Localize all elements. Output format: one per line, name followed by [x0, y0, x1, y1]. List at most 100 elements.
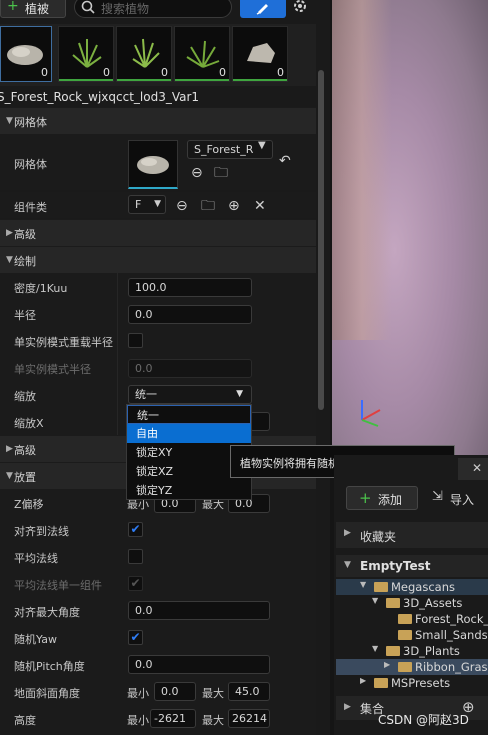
plus-icon: +	[359, 489, 372, 507]
cb-import-button[interactable]: ⇲ 导入	[430, 489, 488, 509]
scale-option-free[interactable]: 自由	[127, 424, 251, 443]
tree-label: 3D_Plants	[403, 644, 460, 658]
section-title: 绘制	[14, 255, 36, 268]
tree-3d-assets[interactable]: ▼ 3D_Assets	[336, 595, 488, 611]
close-icon[interactable]: ✕	[472, 461, 482, 475]
section-advanced[interactable]: ▶ 高级	[0, 219, 316, 246]
tree-ribbon-grass[interactable]: ▶ Ribbon_Grass	[336, 659, 488, 675]
asset-name: S_Forest_Rock_wjxqcct_lod3_Var1	[0, 90, 200, 104]
scale-dropdown[interactable]: 统一 ▼	[128, 385, 252, 404]
close-icon[interactable]: ✕	[254, 199, 266, 213]
slope-max-label: 最大	[202, 687, 224, 700]
watermark: CSDN @阿赵3D	[378, 713, 469, 727]
align-normal-checkbox[interactable]: ✔	[128, 522, 143, 537]
folder-icon	[398, 662, 412, 672]
reset-arrow-icon[interactable]: ↶	[279, 154, 291, 168]
mesh-preview[interactable]	[128, 140, 178, 189]
avg-normal-checkbox[interactable]	[128, 549, 143, 564]
thumb-count: 0	[103, 66, 110, 79]
slope-min-field[interactable]: 0.0	[154, 682, 196, 701]
scale-option-uniform[interactable]: 统一	[127, 405, 251, 424]
align-max-field[interactable]: 0.0	[128, 601, 270, 620]
single-radius-field: 0.0	[128, 359, 252, 378]
align-normal-label: 对齐到法线	[14, 525, 69, 538]
favorites-row[interactable]: ▶ 收藏夹	[336, 522, 488, 548]
height-min-label: 最小	[127, 714, 149, 727]
thumb-count: 0	[277, 66, 284, 79]
section-paint[interactable]: ▼ 绘制	[0, 246, 316, 273]
grass-thumb-1[interactable]: 0	[58, 26, 114, 82]
random-yaw-checkbox[interactable]: ✔	[128, 630, 143, 645]
section-title: 网格体	[14, 116, 47, 129]
component-dropdown[interactable]: F ▼	[128, 195, 166, 214]
mode-button-label: 植被	[25, 2, 50, 16]
tree-3d-plants[interactable]: ▼ 3D_Plants	[336, 643, 488, 659]
rock-thumb-2[interactable]: 0	[232, 26, 288, 82]
thumb-count: 0	[219, 66, 226, 79]
scalex-field[interactable]	[250, 412, 270, 431]
axis-gizmo	[361, 400, 381, 427]
grass-thumb-3[interactable]: 0	[174, 26, 230, 82]
search-box[interactable]: 搜索植物	[74, 0, 232, 18]
height-max-field[interactable]: 26214	[228, 709, 270, 728]
folder-icon	[398, 614, 412, 624]
avg-single-label: 平均法线单一组件	[14, 579, 102, 592]
tree-mspresets[interactable]: ▶ MSPresets	[336, 675, 488, 691]
height-min-field[interactable]: -2621	[150, 709, 196, 728]
component-label: 组件类	[14, 201, 47, 214]
folder-icon	[398, 630, 412, 640]
add-icon[interactable]: ⊕	[228, 199, 240, 213]
section-mesh[interactable]: ▼ 网格体	[0, 107, 316, 134]
expand-arrow-icon: ▼	[360, 580, 367, 589]
single-override-checkbox[interactable]	[128, 333, 143, 348]
grass-thumb-2[interactable]: 0	[116, 26, 172, 82]
use-selected-icon[interactable]: ⊖	[191, 166, 203, 180]
scale-option-lockyz[interactable]: 锁定YZ	[127, 481, 251, 500]
chevron-down-icon: ▼	[258, 140, 266, 151]
folder-icon	[386, 598, 400, 608]
green-bar	[117, 79, 171, 81]
thumb-count: 0	[41, 66, 48, 79]
tree-label: Small_Sandst	[415, 628, 488, 642]
height-label: 高度	[14, 714, 36, 727]
paint-button[interactable]	[240, 0, 286, 18]
viewport-ridge	[332, 0, 392, 340]
expand-arrow-icon: ▶	[344, 528, 351, 538]
radius-field[interactable]: 0.0	[128, 305, 252, 324]
use-selected-icon[interactable]: ⊖	[176, 199, 188, 213]
rock-thumb-1[interactable]: 0	[0, 26, 52, 82]
mode-button[interactable]: + 植被	[0, 0, 66, 18]
tree-label: 3D_Assets	[403, 596, 463, 610]
chevron-down-icon: ▼	[236, 389, 243, 399]
green-bar	[175, 79, 229, 81]
random-pitch-field[interactable]: 0.0	[128, 655, 270, 674]
tree-label: Ribbon_Grass	[415, 660, 488, 674]
expand-arrow-icon: ▼	[6, 255, 13, 265]
grass-image	[72, 39, 102, 68]
gear-icon[interactable]	[292, 0, 308, 14]
cb-tab-strip: ✕	[458, 458, 488, 480]
green-bar	[233, 79, 287, 81]
browse-asset-icon[interactable]: 🗀	[201, 199, 215, 213]
project-row[interactable]: ▼ EmptyTest	[336, 555, 488, 577]
expand-arrow-icon: ▶	[360, 676, 367, 685]
tree-megascans[interactable]: ▼ Megascans	[336, 579, 488, 595]
cb-add-button[interactable]: + 添加	[346, 486, 418, 510]
density-label: 密度/1Kuu	[14, 282, 68, 295]
expand-arrow-icon: ▶	[344, 702, 351, 712]
avg-normal-label: 平均法线	[14, 552, 58, 565]
green-bar	[59, 79, 113, 81]
mesh-dropdown-value: S_Forest_R	[194, 143, 254, 156]
slope-max-field[interactable]: 45.0	[228, 682, 270, 701]
tree-small-sandstone[interactable]: Small_Sandst	[336, 627, 488, 643]
panel-scrollbar[interactable]	[318, 70, 324, 410]
scalex-label: 缩放X	[14, 417, 44, 430]
expand-arrow-icon: ▼	[372, 644, 379, 653]
expand-arrow-icon: ▼	[344, 560, 351, 570]
section-title: 高级	[14, 228, 36, 241]
scale-label: 缩放	[14, 390, 36, 403]
rock-image	[247, 43, 275, 63]
browse-asset-icon[interactable]: 🗀	[214, 166, 228, 180]
tree-forest-rock[interactable]: Forest_Rock_	[336, 611, 488, 627]
density-field[interactable]: 100.0	[128, 278, 252, 297]
